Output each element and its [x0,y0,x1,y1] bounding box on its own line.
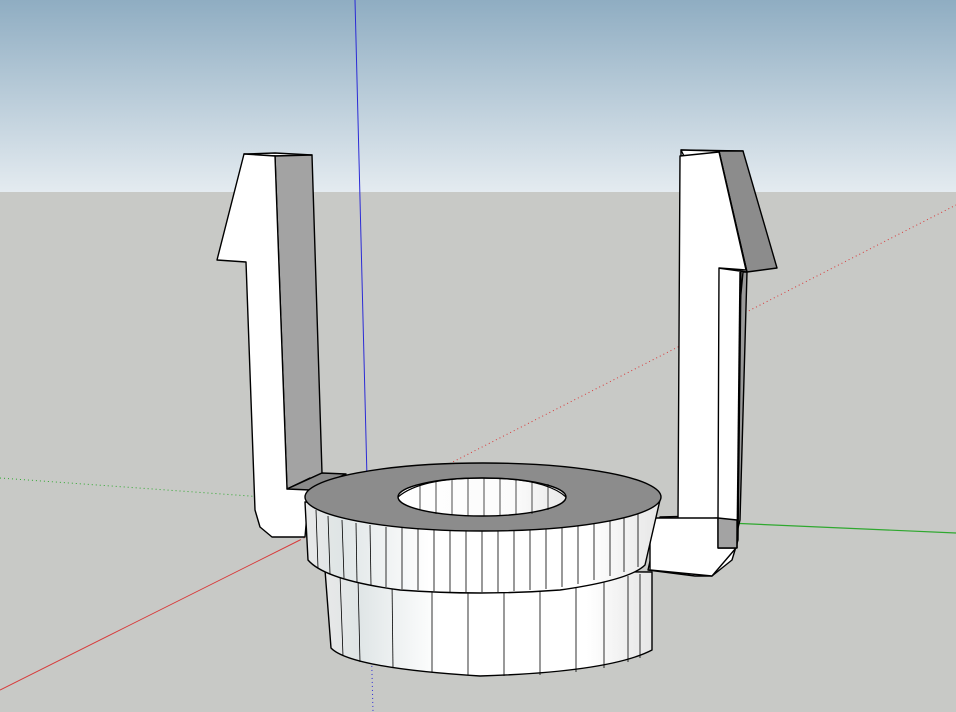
model-canvas[interactable] [0,0,956,712]
upper-ring-hole [397,477,567,517]
sky-background [0,0,956,192]
upper-ring[interactable] [304,462,662,594]
sketchup-viewport[interactable] [0,0,956,712]
right-arm-lower-side [717,517,738,549]
